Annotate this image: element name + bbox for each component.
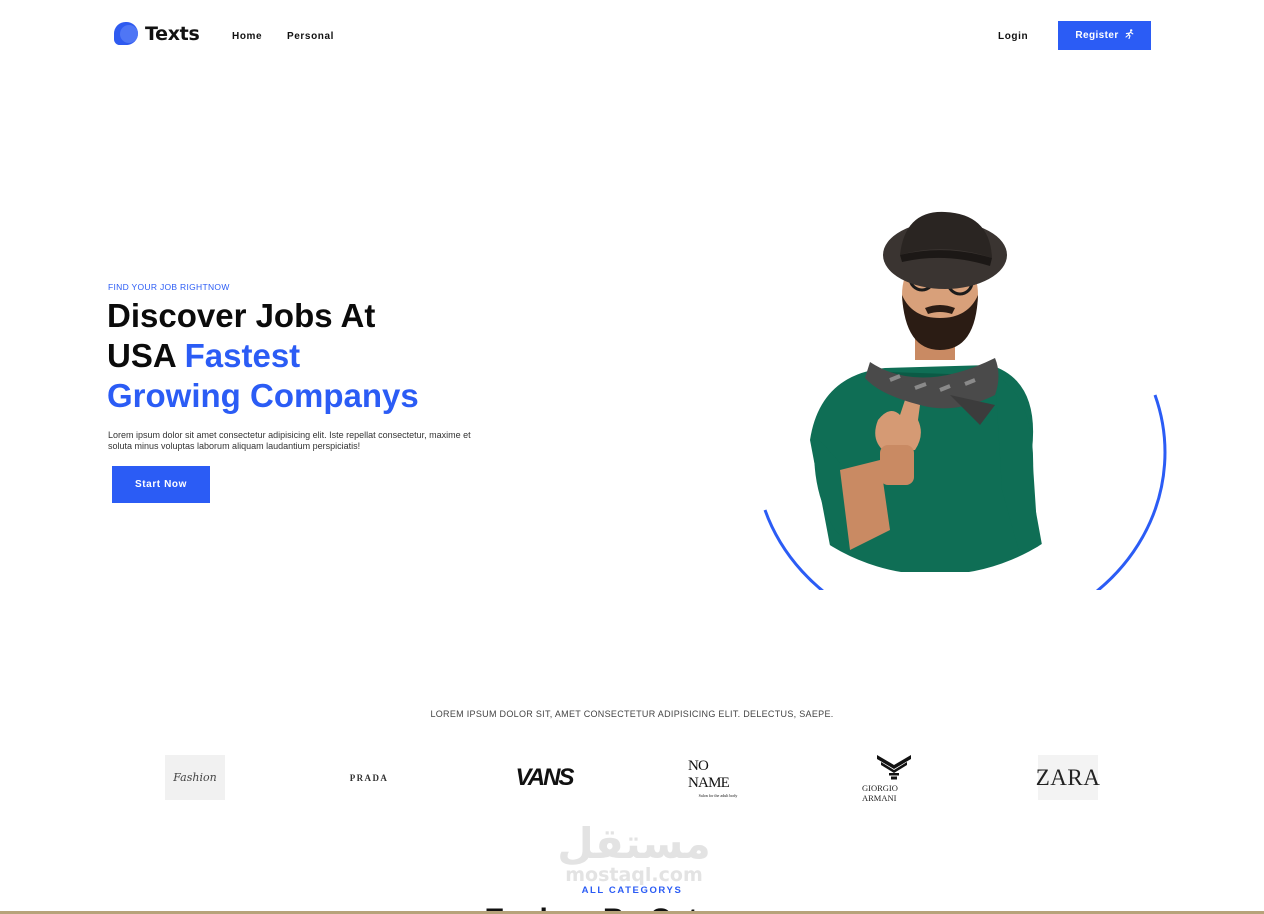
navbar: Texts Home Personal Login Register <box>0 0 1264 70</box>
watermark-arabic: مستقل <box>557 819 711 868</box>
brand-vans-text: VANS <box>515 763 575 791</box>
brand-logo-armani: GIORGIO ARMANI <box>862 753 926 803</box>
brand-logo-zara: ZARA <box>1035 755 1101 800</box>
logo-blob-icon <box>113 21 139 47</box>
running-person-icon <box>1125 29 1134 42</box>
start-now-button[interactable]: Start Now <box>112 466 210 503</box>
brand-noname-tagline: Salon for the adult body <box>698 792 738 798</box>
hero-title: Discover Jobs At USA Fastest Growing Com… <box>107 296 527 416</box>
nav-personal-link[interactable]: Personal <box>287 31 334 42</box>
hero-title-accent2: Growing Companys <box>107 377 419 414</box>
brand-armani-text: GIORGIO ARMANI <box>862 782 898 803</box>
nav-home-link[interactable]: Home <box>232 31 262 42</box>
login-link[interactable]: Login <box>998 31 1028 42</box>
brand-logo-vans: VANS <box>515 755 575 800</box>
hero-description: Lorem ipsum dolor sit amet consectetur a… <box>108 430 471 451</box>
brand-logo-noname: NO NAME Salon for the adult body <box>688 755 748 800</box>
hero-eyebrow: FIND YOUR JOB RIGHTNOW <box>108 282 230 292</box>
watermark-latin: mostaql.com <box>565 864 703 886</box>
hero-title-line1: Discover Jobs At <box>107 297 376 334</box>
hero-title-accent1: Fastest <box>184 337 301 374</box>
brand-noname-text: NO NAME <box>688 757 730 791</box>
brand-name: Texts <box>145 23 200 45</box>
eagle-icon <box>875 753 913 783</box>
brand-fashion-text: Fashion <box>173 771 217 784</box>
logo[interactable]: Texts <box>113 21 200 47</box>
brand-prada-text: PRADA <box>349 772 389 783</box>
brand-logo-prada: PRADA <box>340 755 398 800</box>
hero-image <box>740 200 1170 641</box>
hero-title-line2: USA <box>107 337 185 374</box>
categories-eyebrow: ALL CATEGORYS <box>581 885 683 896</box>
register-label: Register <box>1075 30 1119 41</box>
brand-logo-fashion: Fashion <box>165 755 225 800</box>
brands-caption: LOREM IPSUM DOLOR SIT, AMET CONSECTETUR … <box>430 709 834 719</box>
brand-zara-text: ZARA <box>1035 764 1101 790</box>
register-button[interactable]: Register <box>1058 21 1151 50</box>
